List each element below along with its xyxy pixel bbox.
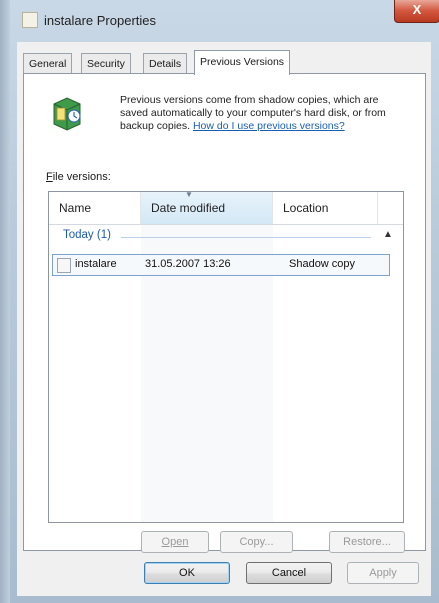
row-date-modified: 31.05.2007 13:26	[145, 258, 231, 270]
list-header: Name Date modified Location	[49, 192, 403, 225]
title-bar[interactable]: instalare Properties X	[10, 0, 439, 40]
restore-button[interactable]: Restore...	[329, 531, 405, 553]
dialog-client: General Security Details Previous Versio…	[17, 42, 431, 596]
file-versions-list[interactable]: Name Date modified Location ▼ Today (1) …	[48, 190, 404, 523]
copy-button[interactable]: Copy...	[220, 531, 293, 553]
row-location: Shadow copy	[289, 258, 356, 270]
apply-button[interactable]: Apply	[347, 562, 419, 584]
copy-button-label: Copy...	[239, 536, 274, 548]
window-edge	[0, 0, 10, 603]
ok-button[interactable]: OK	[144, 562, 230, 584]
help-link[interactable]: How do I use previous versions?	[193, 120, 345, 132]
previous-versions-panel: Previous versions come from shadow copie…	[23, 73, 426, 553]
close-icon: X	[412, 2, 422, 17]
previous-versions-icon	[53, 97, 81, 131]
file-versions-label: File versions:	[46, 171, 111, 183]
column-header-date-label: Date modified	[151, 201, 226, 215]
file-versions-accesskey: F	[46, 171, 53, 183]
group-label: Today (1)	[63, 229, 111, 241]
file-versions-label-text: ile versions:	[52, 171, 111, 183]
tab-security[interactable]: Security	[81, 53, 131, 74]
info-text: Previous versions come from shadow copie…	[120, 94, 400, 133]
open-button-label: Open	[161, 536, 189, 548]
tab-details[interactable]: Details	[143, 53, 188, 74]
column-header-name[interactable]: Name	[49, 192, 141, 224]
close-button[interactable]: X	[394, 0, 439, 23]
collapse-group-icon[interactable]: ▲	[383, 229, 393, 240]
restore-button-label: Restore...	[343, 536, 391, 548]
column-header-date-modified[interactable]: Date modified	[141, 192, 273, 224]
window-title: instalare Properties	[44, 13, 156, 28]
tab-general[interactable]: General	[23, 53, 73, 74]
group-header[interactable]: Today (1) ▲	[49, 228, 403, 246]
cancel-button[interactable]: Cancel	[246, 562, 332, 584]
table-row[interactable]: instalare 31.05.2007 13:26 Shadow copy	[52, 254, 390, 276]
group-divider	[121, 237, 371, 238]
open-button[interactable]: Open	[141, 531, 209, 553]
column-header-location[interactable]: Location	[273, 192, 378, 224]
sort-arrow-icon: ▼	[185, 190, 193, 199]
file-icon	[57, 258, 71, 273]
tab-previous-versions[interactable]: Previous Versions	[194, 50, 291, 75]
row-name: instalare	[75, 258, 117, 270]
file-icon	[22, 12, 38, 28]
